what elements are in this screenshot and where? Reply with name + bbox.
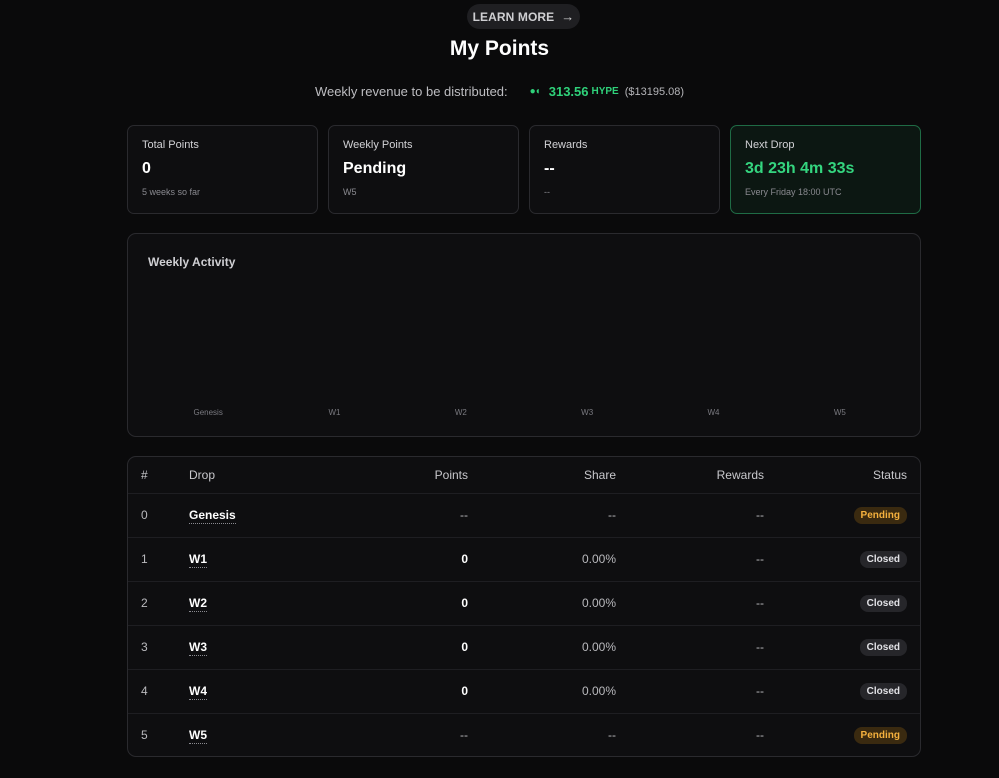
learn-more-button[interactable]: LEARN MORE → xyxy=(467,4,580,29)
row-points: 0 xyxy=(461,640,468,654)
status-badge: Closed xyxy=(859,550,907,568)
status-badge: Pending xyxy=(853,726,907,744)
row-rewards: -- xyxy=(756,684,764,698)
row-share: 0.00% xyxy=(581,596,616,610)
card-rewards: Rewards -- -- xyxy=(529,125,720,214)
revenue-unit: HYPE xyxy=(591,86,619,97)
row-rewards: -- xyxy=(756,596,764,610)
activity-tick-label: W4 xyxy=(708,408,721,417)
header-share: Share xyxy=(583,467,616,482)
card-weekly-points: Weekly Points Pending W5 xyxy=(328,125,519,214)
table-row: 1 W1 0 0.00% -- Closed xyxy=(128,537,920,581)
activity-tick-label: W2 xyxy=(455,408,468,417)
header-drop: Drop xyxy=(189,467,216,482)
drop-link[interactable]: W1 xyxy=(189,552,207,568)
header-rewards: Rewards xyxy=(716,467,764,482)
row-index: 0 xyxy=(141,508,148,522)
row-rewards: -- xyxy=(756,728,764,743)
revenue-amount: 313.56 xyxy=(548,84,589,99)
table-header-row: # Drop Points Share Rewards Status xyxy=(128,457,920,493)
row-share: 0.00% xyxy=(581,684,616,698)
drop-link[interactable]: W3 xyxy=(189,640,207,656)
card-label: Total Points xyxy=(142,139,199,151)
learn-more-label: LEARN MORE xyxy=(472,9,555,24)
activity-tick-label: W1 xyxy=(329,408,342,417)
row-rewards: -- xyxy=(756,640,764,654)
card-label: Rewards xyxy=(544,139,588,151)
row-share: -- xyxy=(608,728,616,743)
status-badge: Pending xyxy=(853,506,907,524)
table-row: 2 W2 0 0.00% -- Closed xyxy=(128,581,920,625)
row-points: 0 xyxy=(461,552,468,566)
status-badge: Closed xyxy=(859,682,907,700)
row-rewards: -- xyxy=(756,508,764,522)
row-share: 0.00% xyxy=(581,640,616,654)
revenue-line: Weekly revenue to be distributed: ●◖ 313… xyxy=(0,84,999,99)
card-label: Next Drop xyxy=(745,139,795,151)
revenue-usd: ($13195.08) xyxy=(624,85,685,98)
activity-tick-label: Genesis xyxy=(193,408,222,417)
drop-link[interactable]: W5 xyxy=(189,728,207,745)
card-next-drop: Next Drop 3d 23h 4m 33s Every Friday 18:… xyxy=(730,125,921,214)
drops-table-panel: # Drop Points Share Rewards Status 0 Gen… xyxy=(127,456,921,757)
card-sub: -- xyxy=(544,187,550,197)
row-points: -- xyxy=(460,728,468,743)
page-title: My Points xyxy=(449,37,550,60)
header-index: # xyxy=(141,467,148,482)
card-value: 0 xyxy=(142,160,151,177)
row-index: 2 xyxy=(141,596,148,610)
row-rewards: -- xyxy=(756,552,764,566)
card-total-points: Total Points 0 5 weeks so far xyxy=(127,125,318,214)
revenue-label: Weekly revenue to be distributed: xyxy=(314,84,508,99)
row-index: 5 xyxy=(141,728,148,743)
drops-table: # Drop Points Share Rewards Status 0 Gen… xyxy=(128,457,920,756)
drop-link[interactable]: Genesis xyxy=(189,508,236,524)
row-index: 1 xyxy=(141,552,148,566)
card-sub: 5 weeks so far xyxy=(142,187,201,197)
table-row: 4 W4 0 0.00% -- Closed xyxy=(128,669,920,713)
header-points: Points xyxy=(434,467,468,482)
card-value: -- xyxy=(544,160,555,177)
drop-link[interactable]: W4 xyxy=(189,684,207,700)
card-sub: Every Friday 18:00 UTC xyxy=(745,187,842,197)
row-points: 0 xyxy=(461,684,468,698)
hype-token-icon: ●◖ xyxy=(529,86,541,97)
table-row: 5 W5 -- -- -- Pending xyxy=(128,713,920,756)
row-share: 0.00% xyxy=(581,552,616,566)
card-label: Weekly Points xyxy=(343,139,413,151)
row-share: -- xyxy=(608,508,616,522)
countdown-value: 3d 23h 4m 33s xyxy=(745,160,855,177)
drop-link[interactable]: W2 xyxy=(189,596,207,612)
table-row: 3 W3 0 0.00% -- Closed xyxy=(128,625,920,669)
header-status: Status xyxy=(872,467,907,482)
card-sub: W5 xyxy=(343,187,357,197)
activity-tick-label: W3 xyxy=(581,408,594,417)
card-value: Pending xyxy=(343,160,407,177)
table-row: 0 Genesis -- -- -- Pending xyxy=(128,493,920,537)
arrow-right-icon: → xyxy=(561,9,575,24)
status-badge: Closed xyxy=(859,638,907,656)
activity-tick-label: W5 xyxy=(834,408,847,417)
row-points: 0 xyxy=(461,596,468,610)
row-points: -- xyxy=(460,508,468,522)
weekly-activity-chart: Genesis W1 W2 W3 W4 W5 xyxy=(193,408,847,417)
weekly-activity-panel: Weekly Activity Genesis W1 W2 W3 W4 W5 xyxy=(127,233,921,437)
row-index: 3 xyxy=(141,640,148,654)
row-index: 4 xyxy=(141,684,148,698)
status-badge: Closed xyxy=(859,594,907,612)
